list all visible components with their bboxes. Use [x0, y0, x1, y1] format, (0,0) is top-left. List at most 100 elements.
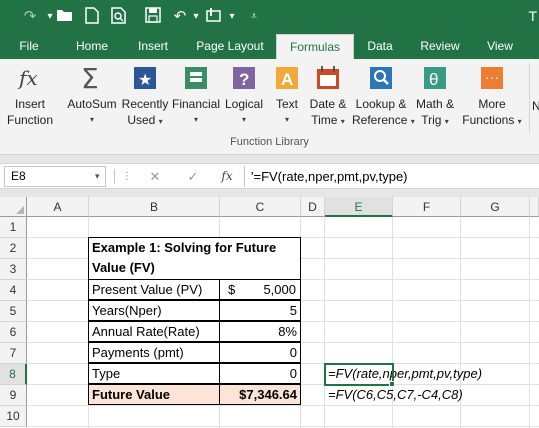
customize-qat-icon[interactable]: ⩡ [244, 7, 264, 27]
formula-input[interactable]: '=FV(rate,nper,pmt,pv,type) [244, 166, 536, 187]
open-folder-icon[interactable] [55, 7, 75, 27]
chevron-down-icon: ▾ [193, 115, 198, 124]
value-text: 5,000 [263, 282, 296, 297]
column-header-c[interactable]: C [220, 197, 301, 217]
column-header-h[interactable] [530, 197, 539, 217]
row-header-5[interactable]: 5 [0, 301, 27, 322]
redo-icon[interactable]: ↷ [20, 7, 40, 27]
chevron-down-icon: ▾ [444, 117, 449, 126]
autosum-button[interactable]: Σ AutoSum ▾ [64, 63, 120, 128]
future-value-label-cell[interactable]: Future Value [88, 384, 220, 405]
column-header-d[interactable]: D [301, 197, 325, 217]
chevron-down-icon[interactable]: ▾ [95, 167, 100, 186]
insert-function-icon: fx [17, 66, 38, 90]
recently-used-icon: ★ [134, 67, 156, 89]
logical-icon: ? [233, 67, 255, 89]
tab-data[interactable]: Data [358, 34, 402, 59]
touch-mode-dropdown-icon[interactable]: ▾ [222, 7, 242, 27]
row-header-3[interactable]: 3 [0, 259, 27, 280]
ribbon-group-label: Function Library [230, 136, 309, 148]
label-cell-b6[interactable]: Annual Rate(Rate) [88, 321, 220, 342]
enter-icon[interactable]: ✓ [184, 167, 202, 186]
active-cell-border [324, 363, 394, 386]
svg-text:?: ? [239, 70, 249, 89]
svg-text:fx: fx [17, 66, 38, 90]
row-header-8[interactable]: 8 [0, 364, 27, 385]
insert-function-button[interactable]: fx Insert Function [4, 63, 56, 128]
cancel-icon[interactable]: ✕ [146, 167, 164, 186]
cell-e9[interactable]: =FV(C6,C5,C7,-C4,C8) [325, 385, 535, 406]
undo-dropdown-icon[interactable]: ▾ [186, 7, 206, 27]
name-box[interactable]: E8 ▾ [4, 166, 106, 187]
chevron-down-icon: ▾ [89, 115, 94, 124]
value-cell-c6[interactable]: 8% [219, 321, 301, 342]
insert-function-fx-icon[interactable]: fx [218, 167, 236, 186]
svg-text:θ: θ [429, 70, 438, 89]
name-box-value: E8 [11, 169, 26, 183]
svg-text:A: A [281, 70, 293, 89]
svg-text:Σ: Σ [81, 63, 99, 93]
save-icon[interactable] [143, 7, 163, 27]
label-cell-b4[interactable]: Present Value (PV) [88, 279, 220, 300]
formula-bar-spacer [0, 189, 539, 197]
column-header-a[interactable]: A [27, 197, 89, 217]
window-title: T [528, 8, 537, 24]
column-header-g[interactable]: G [461, 197, 530, 217]
grip-icon[interactable]: ⋮ [118, 167, 136, 186]
svg-text:···: ··· [485, 69, 499, 85]
logical-button[interactable]: ? Logical ▾ [222, 63, 266, 128]
value-cell-c4[interactable]: $ 5,000 [219, 279, 301, 300]
date-time-icon [317, 66, 339, 89]
row-header-6[interactable]: 6 [0, 322, 27, 343]
worksheet-grid[interactable]: A B C D E F G 1 2 3 4 5 6 7 8 9 10 Examp… [0, 197, 539, 428]
column-header-e[interactable]: E [325, 197, 393, 217]
select-all-button[interactable] [0, 197, 27, 217]
date-time-button[interactable]: Date & Time ▾ [306, 63, 350, 130]
label-cell-b7[interactable]: Payments (pmt) [88, 342, 220, 363]
math-trig-button[interactable]: θ Math & Trig ▾ [412, 63, 458, 130]
chevron-down-icon: ▾ [284, 115, 289, 124]
tab-review[interactable]: Review [412, 34, 468, 59]
example-title-cell[interactable]: Example 1: Solving for Future Value (FV) [88, 237, 301, 280]
value-cell-c7[interactable]: 0 [219, 342, 301, 363]
math-trig-icon: θ [424, 67, 446, 89]
gridline [27, 426, 539, 427]
formula-bar: E8 ▾ ⋮ ✕ ✓ fx '=FV(rate,nper,pmt,pv,type… [0, 163, 539, 189]
tab-formulas[interactable]: Formulas [276, 34, 354, 59]
autosum-icon: Σ [81, 63, 99, 93]
row-header-10[interactable]: 10 [0, 406, 27, 427]
new-file-icon[interactable] [82, 7, 102, 27]
tab-file[interactable]: File [8, 34, 50, 59]
currency-symbol: $ [228, 282, 236, 297]
row-header-1[interactable]: 1 [0, 217, 27, 238]
financial-icon [185, 67, 207, 89]
financial-button[interactable]: Financial ▾ [172, 63, 220, 128]
fill-handle[interactable] [389, 381, 395, 387]
example-title-line1: Example 1: Solving for Future [92, 240, 277, 255]
column-header-b[interactable]: B [89, 197, 220, 217]
text-functions-button[interactable]: A Text ▾ [270, 63, 304, 128]
tab-insert[interactable]: Insert [128, 34, 178, 59]
label-cell-b8[interactable]: Type [88, 363, 220, 384]
row-header-9[interactable]: 9 [0, 385, 27, 406]
value-cell-c5[interactable]: 5 [219, 300, 301, 321]
svg-text:★: ★ [138, 72, 152, 89]
print-preview-icon[interactable] [109, 7, 129, 27]
more-functions-icon: ··· [481, 67, 503, 89]
column-header-f[interactable]: F [393, 197, 461, 217]
row-header-2[interactable]: 2 [0, 238, 27, 259]
tab-home[interactable]: Home [68, 34, 116, 59]
label-cell-b5[interactable]: Years(Nper) [88, 300, 220, 321]
row-header-7[interactable]: 7 [0, 343, 27, 364]
text-icon: A [276, 67, 298, 89]
recently-used-button[interactable]: ★ Recently Used ▾ [120, 63, 170, 130]
future-value-result-cell[interactable]: $7,346.64 [219, 384, 301, 405]
lookup-reference-button[interactable]: Lookup & Reference ▾ [352, 63, 415, 130]
tab-page-layout[interactable]: Page Layout [190, 34, 270, 59]
touch-mode-icon[interactable] [204, 7, 224, 27]
chevron-down-icon: ▾ [158, 117, 163, 126]
row-header-4[interactable]: 4 [0, 280, 27, 301]
value-cell-c8[interactable]: 0 [219, 363, 301, 384]
more-functions-button[interactable]: ··· More Functions ▾ [460, 63, 524, 130]
tab-view[interactable]: View [478, 34, 522, 59]
